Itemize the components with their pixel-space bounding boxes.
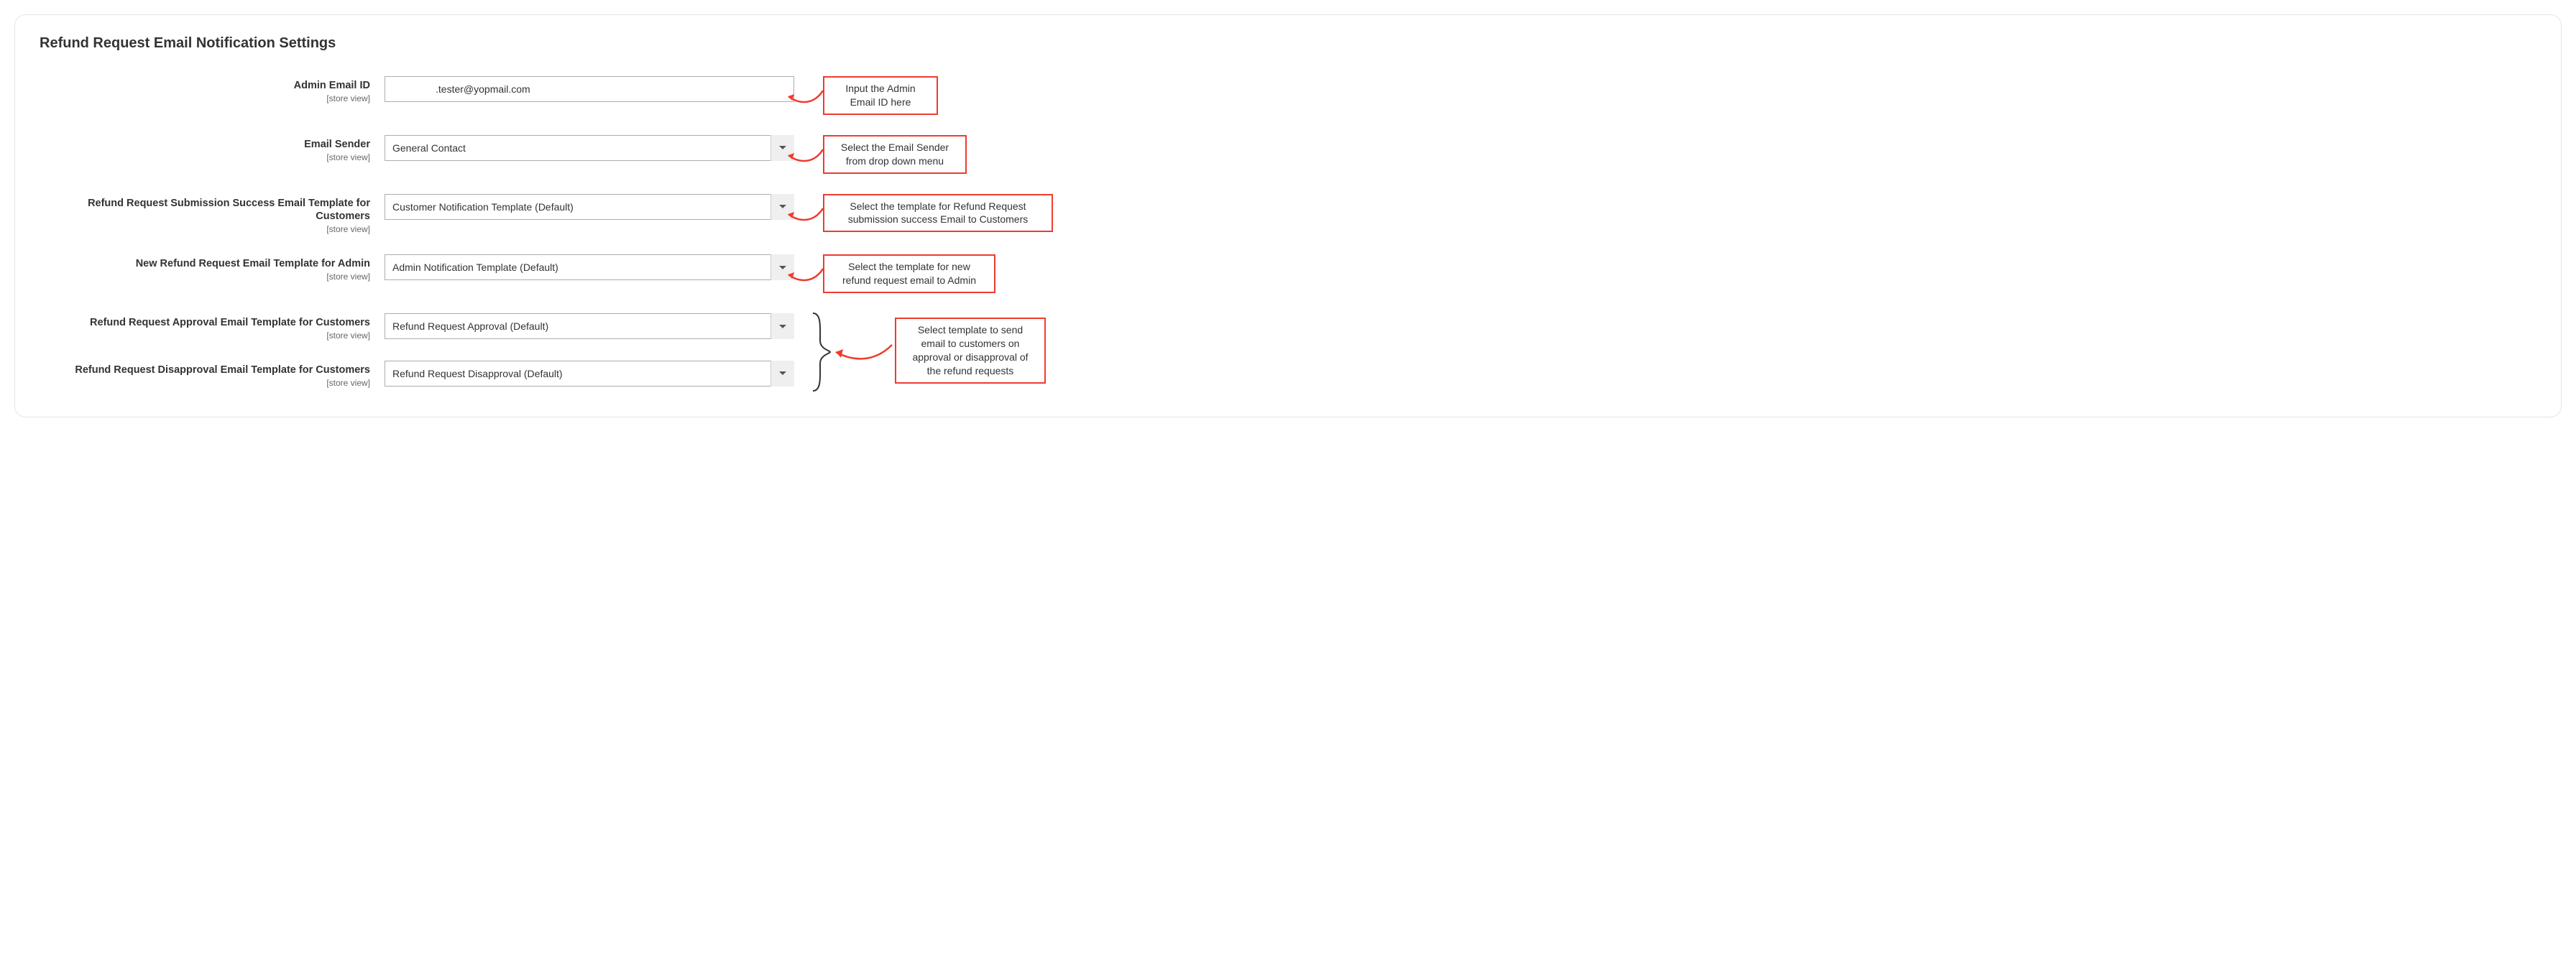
disapproval-tpl-select[interactable]: Refund Request Disapproval (Default) xyxy=(385,361,794,387)
row-disapproval-tpl: Refund Request Disapproval Email Templat… xyxy=(40,361,2536,388)
new-request-admin-tpl-select[interactable]: Admin Notification Template (Default) xyxy=(385,254,794,280)
select-wrap: Customer Notification Template (Default) xyxy=(385,194,794,220)
select-wrap: Refund Request Disapproval (Default) xyxy=(385,361,794,387)
admin-email-label: Admin Email ID xyxy=(294,80,370,91)
annotation-email-sender: Select the Email Sender from drop down m… xyxy=(823,135,967,174)
approval-tpl-select[interactable]: Refund Request Approval (Default) xyxy=(385,313,794,339)
scope-label: [store view] xyxy=(40,224,370,234)
scope-label: [store view] xyxy=(40,330,370,341)
row-admin-email: Admin Email ID [store view] Input the Ad… xyxy=(40,76,2536,115)
annotation-col: Select the template for new refund reque… xyxy=(794,254,2536,293)
field-col: Refund Request Disapproval (Default) xyxy=(385,361,794,387)
settings-card: Refund Request Email Notification Settin… xyxy=(14,14,2562,417)
approval-tpl-label: Refund Request Approval Email Template f… xyxy=(90,317,370,328)
submission-success-tpl-label: Refund Request Submission Success Email … xyxy=(88,198,370,223)
label-col: Admin Email ID [store view] xyxy=(40,76,385,103)
label-col: Refund Request Disapproval Email Templat… xyxy=(40,361,385,388)
field-col: Admin Notification Template (Default) xyxy=(385,254,794,280)
email-sender-select[interactable]: General Contact xyxy=(385,135,794,161)
row-submission-success-tpl: Refund Request Submission Success Email … xyxy=(40,194,2536,235)
disapproval-tpl-label: Refund Request Disapproval Email Templat… xyxy=(75,364,370,376)
scope-label: [store view] xyxy=(40,378,370,388)
row-new-request-admin-tpl: New Refund Request Email Template for Ad… xyxy=(40,254,2536,293)
approval-disapproval-group: Refund Request Approval Email Template f… xyxy=(40,313,2536,388)
select-wrap: General Contact xyxy=(385,135,794,161)
email-sender-label: Email Sender xyxy=(304,139,370,150)
section-title: Refund Request Email Notification Settin… xyxy=(40,35,2536,52)
field-col: General Contact xyxy=(385,135,794,161)
label-col: Email Sender [store view] xyxy=(40,135,385,162)
label-col: New Refund Request Email Template for Ad… xyxy=(40,254,385,282)
scope-label: [store view] xyxy=(40,93,370,103)
row-email-sender: Email Sender [store view] General Contac… xyxy=(40,135,2536,174)
select-wrap: Refund Request Approval (Default) xyxy=(385,313,794,339)
annotation-col: Input the Admin Email ID here xyxy=(794,76,2536,115)
scope-label: [store view] xyxy=(40,152,370,162)
new-request-admin-tpl-label: New Refund Request Email Template for Ad… xyxy=(136,258,370,269)
submission-success-tpl-select[interactable]: Customer Notification Template (Default) xyxy=(385,194,794,220)
field-col xyxy=(385,76,794,102)
annotation-col: Select the Email Sender from drop down m… xyxy=(794,135,2536,174)
row-approval-tpl: Refund Request Approval Email Template f… xyxy=(40,313,2536,341)
label-col: Refund Request Approval Email Template f… xyxy=(40,313,385,341)
admin-email-input[interactable] xyxy=(385,76,794,102)
scope-label: [store view] xyxy=(40,272,370,282)
label-col: Refund Request Submission Success Email … xyxy=(40,194,385,235)
annotation-col: Select the template for Refund Request s… xyxy=(794,194,2536,233)
annotation-submission-success-tpl: Select the template for Refund Request s… xyxy=(823,194,1053,233)
annotation-new-request-admin-tpl: Select the template for new refund reque… xyxy=(823,254,995,293)
select-wrap: Admin Notification Template (Default) xyxy=(385,254,794,280)
field-col: Refund Request Approval (Default) xyxy=(385,313,794,339)
field-col: Customer Notification Template (Default) xyxy=(385,194,794,220)
annotation-admin-email: Input the Admin Email ID here xyxy=(823,76,938,115)
